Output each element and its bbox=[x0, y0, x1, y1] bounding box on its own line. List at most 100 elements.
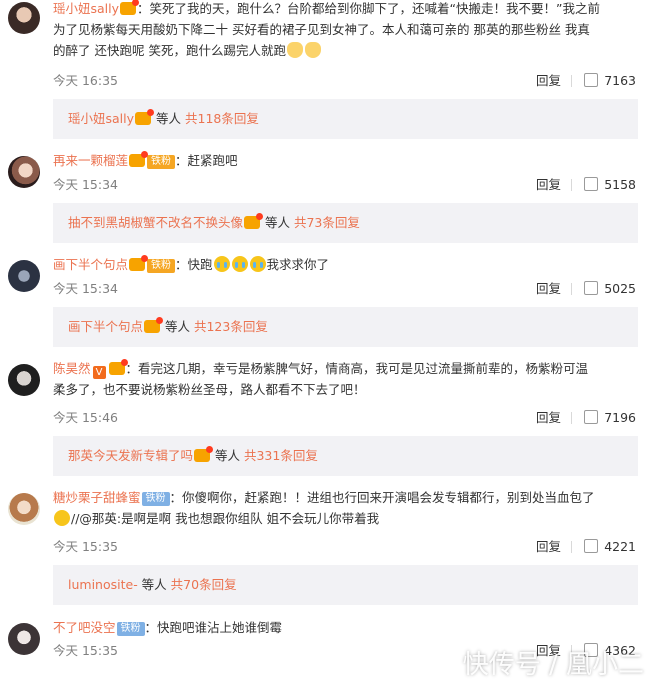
vip-icon bbox=[144, 317, 164, 333]
reply-count-link[interactable]: 共331条回复 bbox=[244, 448, 318, 463]
reply-count-link[interactable]: 共123条回复 bbox=[194, 319, 268, 334]
like-button[interactable]: 7196 bbox=[584, 408, 636, 428]
fan-badge: 铁粉 bbox=[147, 259, 176, 273]
reply-user[interactable]: 画下半个句点 bbox=[68, 319, 143, 334]
reply-user[interactable]: luminosite- bbox=[68, 577, 138, 592]
username[interactable]: 再来一颗榴莲 bbox=[53, 153, 128, 168]
divider bbox=[571, 541, 572, 553]
replies-others: 等人 bbox=[137, 577, 167, 592]
comment-text-line: ：笑死了我的天，跑什么？台阶都给到你脚下了，还喊着“快搬走！我不要！”我之前 bbox=[137, 1, 600, 16]
like-count: 5158 bbox=[604, 177, 636, 192]
avatar[interactable] bbox=[8, 2, 40, 34]
divider bbox=[571, 283, 572, 295]
comment-body: 糖炒栗子甜蜂蜜 铁粉 ：你傻啊你，赶紧跑！！进组也行回来开演唱会发专辑都行，别到处当… bbox=[53, 487, 636, 529]
thumbs-up-icon bbox=[584, 177, 599, 191]
timestamp: 今天 15:34 bbox=[53, 281, 118, 296]
timestamp: 今天 16:35 bbox=[53, 73, 118, 88]
comment-text: ：快跑吧谁沾上她谁倒霉 bbox=[144, 620, 283, 635]
like-button[interactable]: 4221 bbox=[584, 537, 636, 557]
comment-meta: 今天 15:34 回复 5158 bbox=[53, 175, 636, 195]
vip-icon bbox=[108, 359, 128, 375]
comment-text-line: ：你傻啊你，赶紧跑！！进组也行回来开演唱会发专辑都行，别到处当血包了 bbox=[169, 490, 595, 505]
timestamp: 今天 15:35 bbox=[53, 539, 118, 554]
like-count: 7163 bbox=[604, 73, 636, 88]
replies-others: 等人 bbox=[211, 448, 240, 463]
comment-body: 画下半个句点 铁粉 ：快跑 我求求你了 bbox=[53, 254, 636, 275]
reply-count-link[interactable]: 共73条回复 bbox=[294, 215, 360, 230]
thumbs-up-icon bbox=[584, 281, 599, 295]
replies-summary[interactable]: 那英今天发新专辑了吗 等人 共331条回复 bbox=[53, 436, 638, 476]
comment-body: 瑶小妞sally ：笑死了我的天，跑什么？台阶都给到你脚下了，还喊着“快搬走！我不… bbox=[53, 0, 636, 61]
reply-button[interactable]: 回复 bbox=[536, 71, 561, 91]
comment-text-line: ：看完这几期，幸亏是杨紫脾气好，情商高，我可是见过流量撕前辈的，杨紫粉可温 bbox=[125, 361, 589, 376]
avatar[interactable] bbox=[8, 260, 40, 292]
thumbs-up-icon bbox=[584, 539, 599, 553]
divider bbox=[571, 179, 572, 191]
divider bbox=[571, 75, 572, 87]
fan-badge: 铁粉 bbox=[116, 622, 145, 636]
username[interactable]: 瑶小妞sally bbox=[53, 1, 119, 16]
reply-button[interactable]: 回复 bbox=[536, 537, 561, 557]
comment-meta: 今天 16:35 回复 7163 bbox=[53, 71, 636, 91]
emoji-icon bbox=[286, 42, 303, 58]
replies-others: 等人 bbox=[261, 215, 290, 230]
vip-icon bbox=[244, 213, 264, 229]
timestamp: 今天 15:34 bbox=[53, 177, 118, 192]
reply-user[interactable]: 那英今天发新专辑了吗 bbox=[68, 448, 193, 463]
like-button[interactable]: 5158 bbox=[584, 175, 636, 195]
vip-icon bbox=[129, 151, 149, 167]
comment-text: ：快跑 bbox=[175, 257, 213, 272]
divider bbox=[571, 412, 572, 424]
comment-body: 不了吧没空 铁粉 ：快跑吧谁沾上她谁倒霉 bbox=[53, 617, 636, 638]
emoji-icon bbox=[304, 42, 321, 58]
comment-text-line: 柔多了，也不要说杨紫粉丝圣母，路人都看不下去了吧！ bbox=[53, 382, 366, 397]
fan-badge: 铁粉 bbox=[147, 155, 176, 169]
reply-button[interactable]: 回复 bbox=[536, 279, 561, 299]
emoji-icon bbox=[54, 510, 70, 526]
comment-body: 再来一颗榴莲 铁粉 ：赶紧跑吧 bbox=[53, 150, 636, 171]
like-count: 7196 bbox=[604, 410, 636, 425]
username[interactable]: 陈昊然 bbox=[53, 361, 91, 376]
like-button[interactable]: 7163 bbox=[584, 71, 636, 91]
comment-text-line: //@那英:是啊是啊 我也想跟你组队 姐不会玩儿你带着我 bbox=[71, 511, 380, 526]
timestamp: 今天 15:46 bbox=[53, 410, 118, 425]
timestamp: 今天 15:35 bbox=[53, 643, 118, 658]
avatar[interactable] bbox=[8, 493, 40, 525]
replies-summary[interactable]: 画下半个句点 等人 共123条回复 bbox=[53, 307, 638, 347]
replies-summary[interactable]: luminosite- 等人 共70条回复 bbox=[53, 565, 638, 605]
reply-count-link[interactable]: 共118条回复 bbox=[185, 111, 259, 126]
reply-button[interactable]: 回复 bbox=[536, 408, 561, 428]
replies-others: 等人 bbox=[152, 111, 182, 126]
thumbs-up-icon bbox=[584, 410, 599, 424]
replies-summary[interactable]: 瑶小妞sally 等人 共118条回复 bbox=[53, 99, 638, 139]
vip-icon bbox=[129, 255, 149, 271]
crying-emoji-icon bbox=[231, 256, 248, 272]
username[interactable]: 糖炒栗子甜蜂蜜 bbox=[53, 490, 141, 505]
reply-count-link[interactable]: 共70条回复 bbox=[171, 577, 237, 592]
avatar[interactable] bbox=[8, 364, 40, 396]
watermark: 快传号 / 凰小二 bbox=[462, 650, 644, 680]
username[interactable]: 不了吧没空 bbox=[53, 620, 116, 635]
vip-icon bbox=[194, 446, 214, 462]
comment-meta: 今天 15:46 回复 7196 bbox=[53, 408, 636, 428]
reply-user[interactable]: 抽不到黑胡椒蟹不改名不换头像 bbox=[68, 215, 243, 230]
crying-emoji-icon bbox=[213, 256, 230, 272]
fan-badge: 铁粉 bbox=[141, 492, 170, 506]
comment-text: 我求求你了 bbox=[266, 257, 330, 272]
comment-text: ：赶紧跑吧 bbox=[175, 153, 238, 168]
vip-icon bbox=[135, 109, 155, 125]
like-button[interactable]: 5025 bbox=[584, 279, 636, 299]
replies-others: 等人 bbox=[161, 319, 190, 334]
comment-text-line: 为了见杨紫每天用酸奶下降二十 买好看的裙子见到女神了。本人和蔼可亲的 那英的那些… bbox=[53, 22, 590, 37]
vip-icon bbox=[120, 0, 140, 15]
avatar[interactable] bbox=[8, 156, 40, 188]
verified-v-icon: V bbox=[92, 366, 106, 379]
username[interactable]: 画下半个句点 bbox=[53, 257, 128, 272]
avatar[interactable] bbox=[8, 623, 40, 655]
comment-text-line: 的醉了 还快跑呢 笑死，跑什么踢完人就跑 bbox=[53, 43, 286, 58]
reply-user[interactable]: 瑶小妞sally bbox=[68, 111, 134, 126]
reply-button[interactable]: 回复 bbox=[536, 175, 561, 195]
replies-summary[interactable]: 抽不到黑胡椒蟹不改名不换头像 等人 共73条回复 bbox=[53, 203, 638, 243]
thumbs-up-icon bbox=[584, 73, 599, 87]
comment-meta: 今天 15:34 回复 5025 bbox=[53, 279, 636, 299]
